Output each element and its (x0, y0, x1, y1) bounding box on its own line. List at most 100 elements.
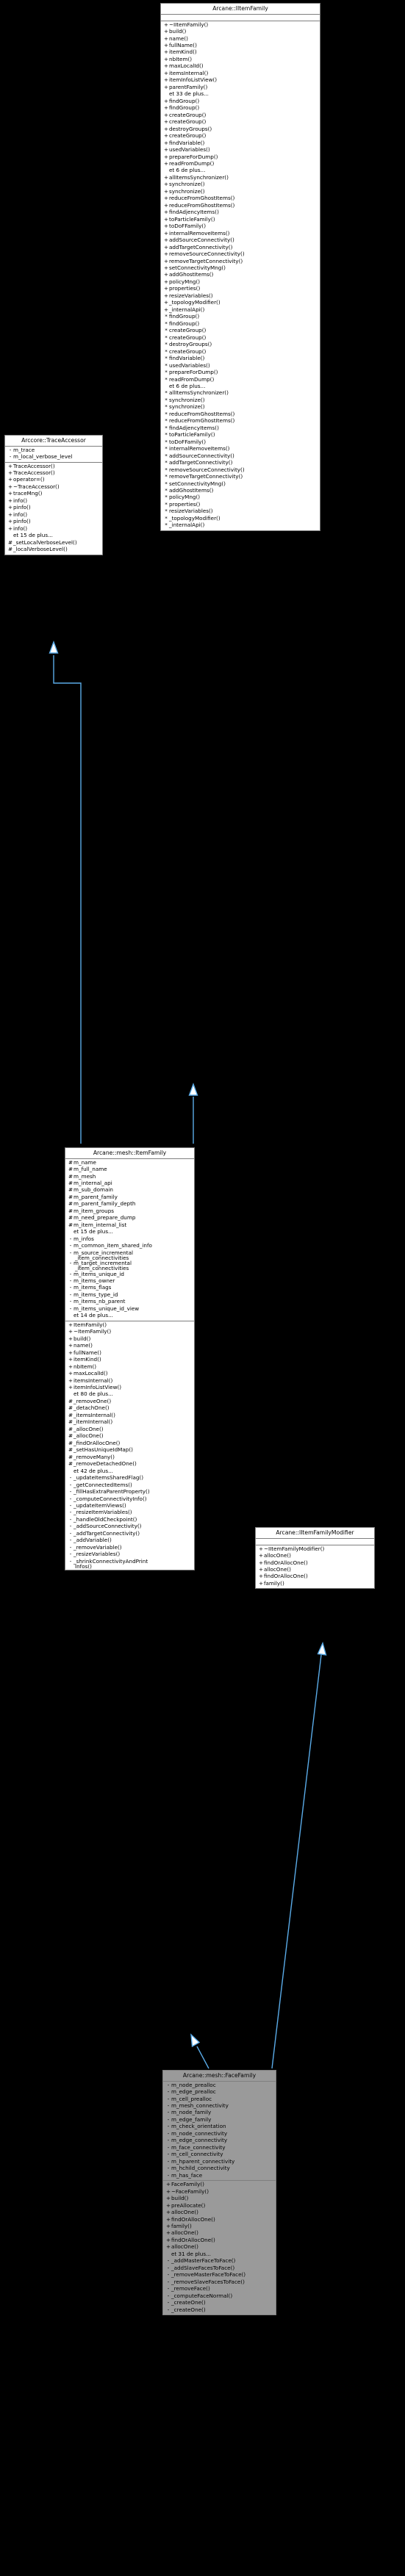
member-label: info() (13, 510, 28, 518)
visibility-marker: + (163, 146, 169, 154)
visibility-marker: + (68, 1384, 74, 1390)
visibility-marker: + (68, 1321, 74, 1328)
member-label: name() (74, 1342, 93, 1349)
visibility-marker: + (165, 2187, 171, 2195)
visibility-marker: - (69, 1551, 72, 1558)
visibility-marker: * (165, 396, 168, 403)
visibility-marker: + (68, 1328, 74, 1335)
class-box-facefamily[interactable]: Arcane::mesh::FaceFamily - m_node_preallo… (162, 2070, 276, 2316)
visibility-marker: + (163, 111, 169, 118)
visibility-marker: - (167, 2123, 170, 2130)
member-label: synchronize() (169, 403, 205, 411)
member-label: setConnectivityMng() (169, 264, 226, 271)
member-label: _shrinkConnectivityAndPrint Infos() (74, 1559, 192, 1570)
member-label: internalRemoveItems() (169, 229, 230, 237)
visibility-marker: * (165, 403, 168, 411)
member-label: reduceFromGhostItems() (169, 410, 235, 417)
attributes-compartment (161, 14, 320, 21)
visibility-marker: + (258, 1552, 264, 1559)
member-label: fullName() (74, 1349, 101, 1356)
member-label: allItemsSynchronizer() (169, 173, 229, 181)
visibility-marker: + (258, 1559, 264, 1566)
visibility-marker: # (68, 1397, 74, 1404)
member-label: build() (169, 28, 187, 35)
member-label: _fillHasExtraParentProperty() (74, 1488, 150, 1496)
visibility-marker: + (163, 299, 169, 306)
visibility-marker: - (167, 2306, 170, 2313)
visibility-marker: + (165, 2229, 171, 2237)
member-label: policyMng() (169, 278, 201, 285)
member-label: prepareForDump() (169, 369, 218, 376)
member-label: operator=() (13, 476, 45, 483)
attributes-compartment: - m_node_prealloc - m_edge_prealloc - m_cell_… (163, 2082, 276, 2182)
visibility-marker: + (68, 1342, 74, 1349)
member-row: - m_has_face (163, 2172, 276, 2179)
member-label: info() (13, 524, 28, 532)
class-box-itemfamily[interactable]: Arcane::mesh::ItemFamily # m_name # m_full_… (65, 1147, 195, 1571)
member-label: _removeDetachedOne() (74, 1460, 137, 1468)
member-label: _handleOldCheckpoint() (74, 1515, 137, 1523)
member-label: allItemsSynchronizer() (169, 389, 229, 397)
visibility-marker: # (68, 1186, 74, 1194)
visibility-marker: + (163, 55, 169, 62)
visibility-marker: + (165, 2236, 171, 2243)
member-label: readFromDump() (169, 375, 215, 383)
visibility-marker: - (9, 453, 12, 461)
member-label: m_hparent_connectivity (171, 2157, 235, 2165)
visibility-marker: * (165, 459, 168, 466)
member-label: createGroup() (169, 347, 207, 355)
visibility-marker: # (7, 546, 13, 553)
more-members-label: et 42 de plus... (74, 1467, 113, 1474)
visibility-marker: - (69, 1543, 72, 1551)
attributes-compartment: - m_trace - m_local_verbose_level (5, 446, 102, 463)
visibility-marker: # (68, 1193, 74, 1200)
visibility-marker: - (167, 2278, 170, 2285)
visibility-marker: + (163, 173, 169, 181)
member-row: * _internalApi() (161, 522, 320, 529)
visibility-marker: - (69, 1481, 72, 1488)
visibility-marker: - (167, 2088, 170, 2096)
member-label: m_items_unique_id (74, 1270, 124, 1277)
visibility-marker: + (163, 250, 169, 258)
visibility-marker: + (163, 69, 169, 76)
visibility-marker: * (165, 514, 168, 522)
member-label: m_sub_domain (74, 1186, 113, 1194)
visibility-marker: - (167, 2157, 170, 2165)
more-members-label: et 6 de plus... (169, 167, 206, 174)
member-label: m_local_verbose_level (13, 453, 73, 461)
member-label: _localVerboseLevel() (13, 546, 68, 553)
visibility-marker: + (165, 2201, 171, 2209)
member-label: usedVariables() (169, 361, 210, 369)
visibility-marker: - (167, 2285, 170, 2292)
visibility-marker: # (68, 1180, 74, 1186)
visibility-marker: # (68, 1460, 74, 1468)
visibility-marker: + (163, 125, 169, 132)
member-label: _resizeItemVariables() (74, 1509, 132, 1516)
visibility-marker: + (165, 2215, 171, 2223)
member-label: m_need_prepare_dump (74, 1214, 136, 1222)
member-label: findAdjencyItems() (169, 424, 219, 431)
visibility-marker: + (163, 271, 169, 278)
visibility-marker: * (165, 327, 168, 334)
visibility-marker: + (163, 278, 169, 285)
member-label: readFromDump() (169, 159, 215, 167)
visibility-marker: - (69, 1284, 72, 1291)
class-box-traceaccessor[interactable]: Arccore::TraceAccessor - m_trace - m_local_… (4, 435, 103, 555)
member-label: createGroup() (169, 118, 207, 126)
class-box-iitemfamilymodifier[interactable]: Arcane::IItemFamilyModifier + ~IItemFamil… (255, 1527, 375, 1590)
visibility-marker: - (167, 2271, 170, 2279)
member-label: m_node_family (171, 2109, 212, 2116)
visibility-marker: # (68, 1166, 74, 1173)
visibility-marker: + (165, 2209, 171, 2216)
member-label: m_parent_family (74, 1193, 118, 1200)
more-members-label: et 80 de plus... (74, 1390, 113, 1398)
member-label: _removeSlaveFacesToFace() (171, 2278, 245, 2285)
member-label: _setHasUniqueIdMap() (74, 1446, 133, 1454)
member-label: _setLocalVerboseLevel() (13, 538, 77, 546)
member-label: _topologyModifier() (169, 299, 221, 306)
member-label: m_cell_connectivity (171, 2151, 223, 2158)
member-label: preAllocate() (171, 2201, 206, 2209)
member-label: m_full_name (74, 1166, 107, 1173)
visibility-marker: * (165, 369, 168, 376)
class-box-iitemfamily[interactable]: Arcane::IItemFamily + ~IItemFamily() + buil… (160, 3, 320, 531)
